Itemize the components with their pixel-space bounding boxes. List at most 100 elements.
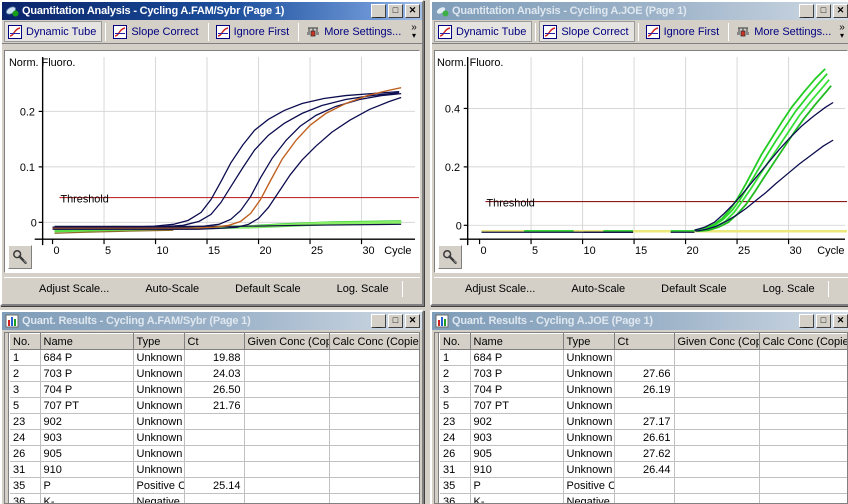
title-bar[interactable]: Quantitation Analysis - Cycling A.JOE (P…: [432, 2, 848, 20]
table-row[interactable]: 23 902 Unknown: [10, 413, 419, 430]
grid-row-selector-rail[interactable]: [435, 333, 439, 503]
scale-button-bar-joe[interactable]: Adjust Scale... Auto-Scale Default Scale…: [434, 277, 848, 299]
window-controls[interactable]: _ □ ✕: [799, 4, 848, 18]
column-header-type[interactable]: Type: [133, 333, 185, 350]
window-controls[interactable]: _ □ ✕: [371, 314, 420, 328]
quant-results-grid-joe[interactable]: No. Name Type Ct Given Conc (Cop Calc Co…: [434, 332, 848, 504]
svg-text:0: 0: [481, 245, 487, 257]
table-row[interactable]: 31 910 Unknown 26.44: [440, 461, 847, 478]
table-row[interactable]: 1 684 P Unknown 19.88: [10, 349, 419, 366]
minimize-button[interactable]: _: [371, 4, 386, 18]
cell-ct: 27.17: [614, 413, 675, 430]
minimize-button[interactable]: _: [799, 4, 814, 18]
title-bar[interactable]: Quant. Results - Cycling A.JOE (Page 1) …: [432, 312, 848, 330]
log-scale-button[interactable]: Log. Scale: [330, 280, 396, 298]
column-header-given-conc[interactable]: Given Conc (Cop: [674, 333, 760, 350]
analysis-toolbar[interactable]: Dynamic Tube Slope Correct Ignore First: [432, 20, 848, 44]
close-button[interactable]: ✕: [833, 4, 848, 18]
table-row[interactable]: 2 703 P Unknown 24.03: [10, 365, 419, 382]
table-row[interactable]: 26 905 Unknown 27.62: [440, 445, 847, 462]
table-row[interactable]: 5 707 PT Unknown: [440, 397, 847, 414]
minimize-button[interactable]: _: [799, 314, 814, 328]
column-header-ct[interactable]: Ct: [184, 333, 245, 350]
maximize-button[interactable]: □: [388, 314, 403, 328]
cell-name: 903: [470, 429, 564, 446]
column-header-no[interactable]: No.: [10, 333, 41, 350]
title-bar[interactable]: Quant. Results - Cycling A.FAM/Sybr (Pag…: [2, 312, 422, 330]
cell-given-conc: [244, 413, 330, 430]
quant-results-grid-fam[interactable]: No. Name Type Ct Given Conc (Cop Calc Co…: [4, 332, 420, 504]
table-row[interactable]: 24 903 Unknown: [10, 429, 419, 446]
column-header-ct[interactable]: Ct: [614, 333, 675, 350]
table-row[interactable]: 1 684 P Unknown: [440, 349, 847, 366]
quant-results-fam-window[interactable]: Quant. Results - Cycling A.FAM/Sybr (Pag…: [0, 310, 424, 504]
table-row[interactable]: 5 707 PT Unknown 21.76: [10, 397, 419, 414]
dynamic-tube-button[interactable]: Dynamic Tube: [434, 21, 533, 42]
adjust-scale-button[interactable]: Adjust Scale...: [32, 280, 116, 298]
column-header-given-conc[interactable]: Given Conc (Cop: [244, 333, 330, 350]
quantitation-analysis-icon: [5, 4, 19, 18]
curve-icon: [438, 24, 452, 39]
maximize-button[interactable]: □: [816, 314, 831, 328]
slope-correct-button[interactable]: Slope Correct: [109, 21, 204, 42]
cell-calc-conc: [329, 429, 419, 446]
default-scale-button[interactable]: Default Scale: [654, 280, 733, 298]
scale-button-bar-fam[interactable]: Adjust Scale... Auto-Scale Default Scale…: [4, 277, 420, 299]
table-row[interactable]: 24 903 Unknown 26.61: [440, 429, 847, 446]
magnifier-wrench-icon[interactable]: [8, 245, 32, 269]
ignore-first-button[interactable]: Ignore First: [642, 21, 726, 42]
quantitation-analysis-fam-window[interactable]: Quantitation Analysis - Cycling A.FAM/Sy…: [0, 0, 424, 306]
auto-scale-button[interactable]: Auto-Scale: [138, 280, 206, 298]
table-row[interactable]: 35 P Positive C 25.14: [10, 477, 419, 494]
more-settings-button[interactable]: More Settings...: [732, 21, 837, 42]
maximize-button[interactable]: □: [388, 4, 403, 18]
column-header-calc-conc[interactable]: Calc Conc (Copie: [759, 333, 847, 350]
svg-text:20: 20: [687, 245, 699, 257]
close-button[interactable]: ✕: [405, 4, 420, 18]
column-header-name[interactable]: Name: [470, 333, 564, 350]
table-row[interactable]: 36 K- Negative: [440, 493, 847, 503]
window-controls[interactable]: _ □ ✕: [371, 4, 420, 18]
svg-text:Cycle: Cycle: [384, 245, 411, 257]
ignore-first-button[interactable]: Ignore First: [212, 21, 296, 42]
column-header-type[interactable]: Type: [563, 333, 615, 350]
toolbar-overflow-chevron[interactable]: » ▾: [408, 21, 420, 43]
analysis-toolbar[interactable]: Dynamic Tube Slope Correct Ignore First: [2, 20, 422, 44]
close-button[interactable]: ✕: [833, 314, 848, 328]
amplification-plot-fam[interactable]: Norm. Fluoro. 0.2 0.1 0 Threshold 0 5 10…: [4, 50, 420, 273]
default-scale-button[interactable]: Default Scale: [228, 280, 307, 298]
auto-scale-button[interactable]: Auto-Scale: [564, 280, 632, 298]
minimize-button[interactable]: _: [371, 314, 386, 328]
adjust-scale-button[interactable]: Adjust Scale...: [458, 280, 542, 298]
title-bar[interactable]: Quantitation Analysis - Cycling A.FAM/Sy…: [2, 2, 422, 20]
table-row[interactable]: 26 905 Unknown: [10, 445, 419, 462]
table-row[interactable]: 3 704 P Unknown 26.19: [440, 381, 847, 398]
more-settings-label: More Settings...: [754, 25, 832, 38]
column-header-name[interactable]: Name: [40, 333, 134, 350]
window-controls[interactable]: _ □ ✕: [799, 314, 848, 328]
maximize-button[interactable]: □: [816, 4, 831, 18]
table-row[interactable]: 36 K- Negative: [10, 493, 419, 503]
quant-results-joe-window[interactable]: Quant. Results - Cycling A.JOE (Page 1) …: [430, 310, 848, 504]
table-row[interactable]: 2 703 P Unknown 27.66: [440, 365, 847, 382]
close-button[interactable]: ✕: [405, 314, 420, 328]
cell-calc-conc: [329, 349, 419, 366]
toolbar-overflow-chevron[interactable]: » ▾: [836, 21, 848, 43]
grid-row-selector-rail[interactable]: [5, 333, 9, 503]
slope-correct-button[interactable]: Slope Correct: [539, 21, 635, 42]
column-header-no[interactable]: No.: [440, 333, 471, 350]
column-header-calc-conc[interactable]: Calc Conc (Copie: [329, 333, 419, 350]
more-settings-button[interactable]: More Settings...: [302, 21, 407, 42]
log-scale-button[interactable]: Log. Scale: [756, 280, 822, 298]
results-table-joe[interactable]: No. Name Type Ct Given Conc (Cop Calc Co…: [440, 333, 847, 503]
quantitation-analysis-joe-window[interactable]: Quantitation Analysis - Cycling A.JOE (P…: [430, 0, 848, 306]
results-table-fam[interactable]: No. Name Type Ct Given Conc (Cop Calc Co…: [10, 333, 419, 503]
magnifier-wrench-icon[interactable]: [438, 245, 462, 269]
svg-text:0.1: 0.1: [20, 162, 35, 174]
dynamic-tube-button[interactable]: Dynamic Tube: [4, 21, 103, 42]
table-row[interactable]: 35 P Positive C: [440, 477, 847, 494]
amplification-plot-joe[interactable]: Norm. Fluoro. 0.4 0.2 0 Threshold 0 5 10…: [434, 50, 848, 273]
table-row[interactable]: 23 902 Unknown 27.17: [440, 413, 847, 430]
table-row[interactable]: 3 704 P Unknown 26.50: [10, 381, 419, 398]
table-row[interactable]: 31 910 Unknown: [10, 461, 419, 478]
